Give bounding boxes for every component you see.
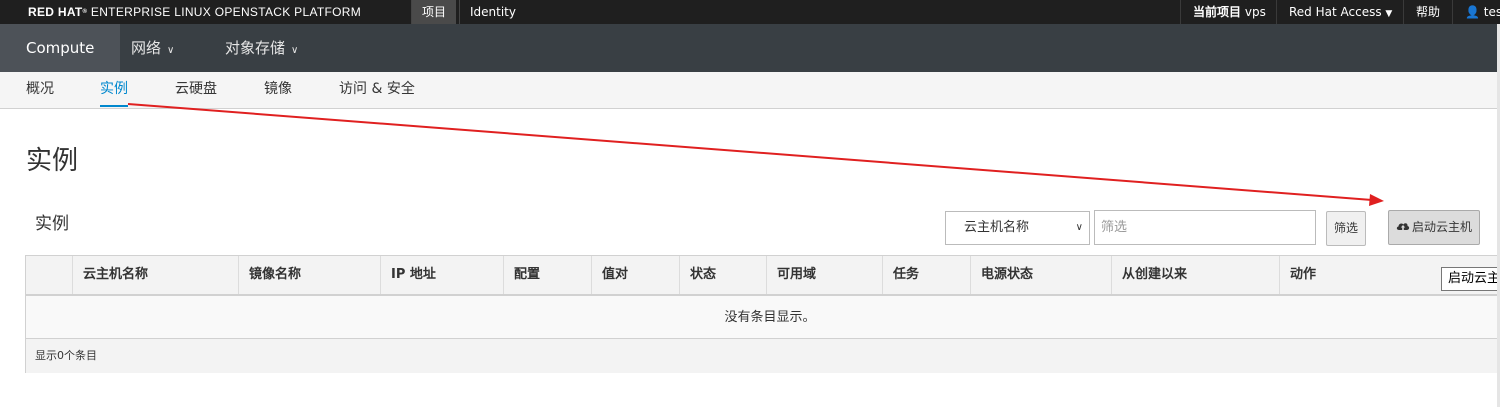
brand-rest: ENTERPRISE LINUX OPENSTACK PLATFORM: [87, 5, 362, 19]
column-header-instance-name[interactable]: 云主机名称: [72, 256, 238, 294]
brand-logo[interactable]: RED HAT® ENTERPRISE LINUX OPENSTACK PLAT…: [28, 0, 361, 24]
subnav-instances[interactable]: 实例: [100, 72, 128, 109]
column-header-flavor[interactable]: 配置: [503, 256, 591, 294]
nav-object-storage[interactable]: 对象存储 ∨: [199, 24, 324, 72]
subnav-overview[interactable]: 概况: [26, 72, 54, 109]
table-footer-count: 显示0个条目: [26, 339, 1500, 373]
current-project-value: vps: [1244, 5, 1266, 19]
filter-field-select[interactable]: 云主机名称 ∨: [945, 211, 1090, 245]
subnav-access-security[interactable]: 访问 & 安全: [339, 72, 415, 109]
filter-input[interactable]: 筛选: [1094, 210, 1316, 245]
chevron-down-icon: ∨: [167, 45, 175, 56]
column-header-status[interactable]: 状态: [679, 256, 766, 294]
current-project-label: 当前项目: [1193, 5, 1242, 19]
chevron-down-icon: ∨: [1075, 222, 1083, 233]
primary-nav: Compute 网络 ∨ 对象存储 ∨: [0, 24, 1500, 72]
filter-button[interactable]: 筛选: [1326, 211, 1367, 246]
filter-field-value: 云主机名称: [964, 220, 1030, 235]
chevron-down-icon: ∨: [291, 45, 299, 56]
user-menu[interactable]: 👤 test: [1452, 0, 1500, 24]
launch-instance-button[interactable]: 启动云主机: [1388, 210, 1481, 245]
instances-table: 云主机名称 镜像名称 IP 地址 配置 值对 状态 可用域 任务 电源状态 从创…: [25, 255, 1500, 373]
redhat-access-menu[interactable]: Red Hat Access ▼: [1276, 0, 1404, 24]
tab-identity[interactable]: Identity: [459, 0, 526, 24]
nav-compute-label: Compute: [26, 39, 95, 57]
table-title: 实例: [35, 214, 69, 234]
column-header-image-name[interactable]: 镜像名称: [238, 256, 380, 294]
nav-object-storage-label: 对象存储: [225, 39, 286, 57]
secondary-nav: 概况 实例 云硬盘 镜像 访问 & 安全: [0, 72, 1500, 109]
launch-instance-label: 启动云主机: [1412, 220, 1473, 234]
user-name: test: [1483, 5, 1500, 19]
empty-table-message: 没有条目显示。: [26, 296, 1500, 339]
column-header-task[interactable]: 任务: [882, 256, 970, 294]
table-header: 云主机名称 镜像名称 IP 地址 配置 值对 状态 可用域 任务 电源状态 从创…: [26, 256, 1500, 296]
user-icon: 👤: [1465, 5, 1480, 19]
chevron-down-icon: ▼: [1385, 9, 1393, 19]
column-header-power-state[interactable]: 电源状态: [970, 256, 1111, 294]
redhat-access-label: Red Hat Access: [1289, 5, 1382, 19]
masthead: RED HAT® ENTERPRISE LINUX OPENSTACK PLAT…: [0, 0, 1500, 24]
column-header-availability-zone[interactable]: 可用域: [766, 256, 882, 294]
column-header-key-pair[interactable]: 值对: [591, 256, 679, 294]
help-link[interactable]: 帮助: [1403, 0, 1452, 24]
column-header-time-since-created[interactable]: 从创建以来: [1111, 256, 1279, 294]
select-all-column[interactable]: [26, 256, 72, 294]
nav-network-label: 网络: [131, 39, 162, 57]
annotation-arrowhead: [1369, 194, 1384, 206]
launch-instance-tooltip: 启动云主机: [1441, 267, 1500, 291]
subnav-volumes[interactable]: 云硬盘: [175, 72, 217, 109]
tab-project[interactable]: 项目: [411, 0, 457, 24]
subnav-images[interactable]: 镜像: [264, 72, 292, 109]
cloud-upload-icon: [1396, 223, 1410, 230]
project-switcher[interactable]: 当前项目 vps: [1180, 0, 1278, 24]
column-header-ip-address[interactable]: IP 地址: [380, 256, 503, 294]
nav-network[interactable]: 网络 ∨: [105, 24, 200, 72]
annotation-arrow-line: [127, 103, 1373, 201]
nav-compute[interactable]: Compute: [0, 24, 121, 72]
brand-bold: RED HAT: [28, 5, 83, 19]
page-title: 实例: [26, 146, 79, 176]
